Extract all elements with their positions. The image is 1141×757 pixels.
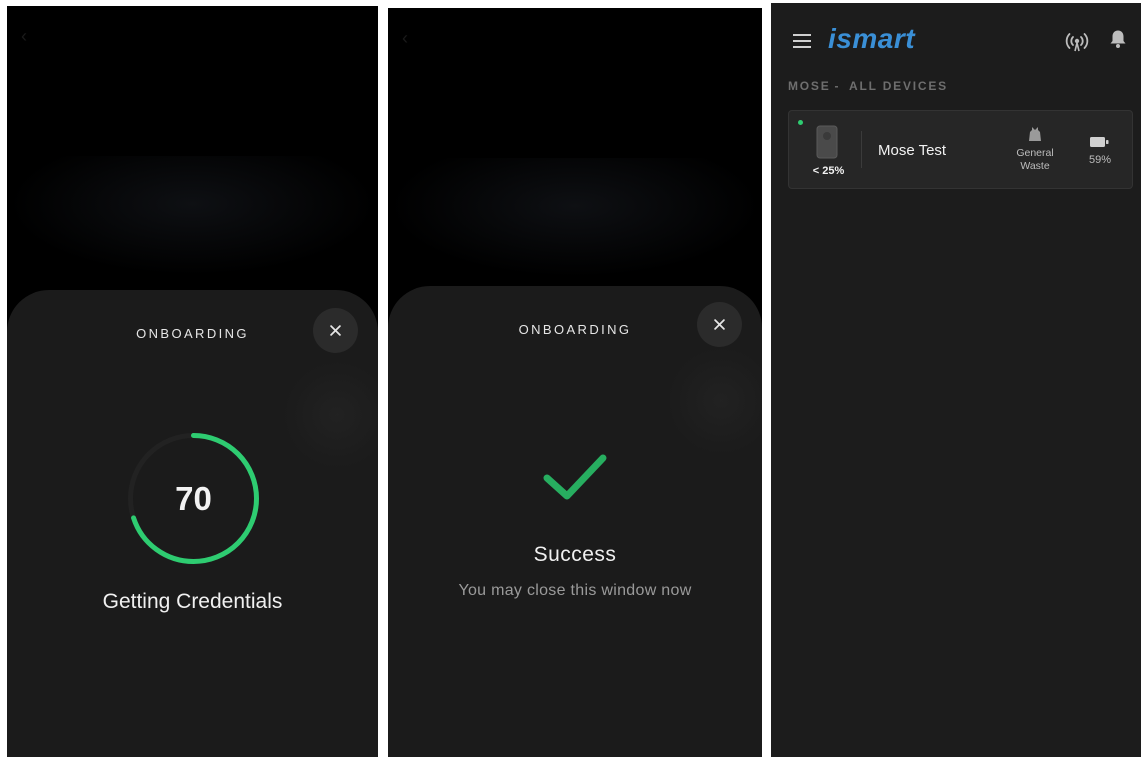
progress-status: Getting Credentials bbox=[102, 590, 283, 613]
onboarding-sheet: ONBOARDING Success You may close this wi… bbox=[388, 286, 762, 757]
site-name: MOSE bbox=[788, 79, 831, 93]
waste-bag-icon bbox=[1029, 127, 1041, 141]
success-title: Success bbox=[533, 543, 617, 566]
fill-level: < 25% bbox=[812, 165, 845, 177]
device-filter[interactable]: ALL DEVICES bbox=[849, 79, 948, 93]
background-glow bbox=[388, 158, 762, 278]
bell-icon[interactable] bbox=[1109, 29, 1127, 49]
battery-icon bbox=[1090, 137, 1109, 147]
progress-value: 70 bbox=[175, 479, 212, 517]
card-divider bbox=[861, 131, 862, 168]
device-card[interactable]: < 25% Mose Test General Waste 59% bbox=[788, 110, 1133, 189]
back-chevron-icon[interactable]: ‹ bbox=[21, 26, 27, 47]
online-status-dot bbox=[798, 120, 803, 125]
waste-type-line2: Waste bbox=[1020, 160, 1050, 172]
onboarding-progress-screen: ‹ ONBOARDING 70 Getting Credentials bbox=[7, 6, 378, 757]
close-button[interactable] bbox=[697, 302, 742, 347]
close-button[interactable] bbox=[313, 308, 358, 353]
success-message: You may close this window now bbox=[458, 582, 692, 599]
app-logo: ismart bbox=[828, 23, 916, 54]
back-chevron-icon[interactable]: ‹ bbox=[402, 28, 408, 49]
devices-screen: ismart MOSE - ALL DEVICES < 25% Mose Test… bbox=[771, 3, 1141, 757]
close-icon bbox=[714, 319, 725, 330]
device-name: Mose Test bbox=[878, 142, 947, 159]
close-icon bbox=[330, 325, 341, 336]
section-header: MOSE - ALL DEVICES bbox=[788, 79, 948, 93]
onboarding-success-screen: ‹ ONBOARDING Success You may close this … bbox=[388, 8, 762, 757]
decorative-circle bbox=[666, 346, 762, 456]
onboarding-sheet: ONBOARDING 70 Getting Credentials bbox=[7, 290, 378, 757]
check-icon bbox=[543, 454, 607, 500]
decorative-circle bbox=[282, 360, 378, 470]
menu-icon[interactable] bbox=[793, 34, 811, 48]
section-separator: - bbox=[834, 79, 841, 93]
background-glow bbox=[7, 156, 378, 276]
bin-sensor-icon bbox=[816, 125, 838, 159]
battery-level: 59% bbox=[1088, 154, 1112, 166]
signal-icon[interactable] bbox=[1065, 30, 1089, 52]
waste-type-line1: General bbox=[1016, 147, 1054, 159]
waste-type: General Waste bbox=[1007, 147, 1063, 173]
